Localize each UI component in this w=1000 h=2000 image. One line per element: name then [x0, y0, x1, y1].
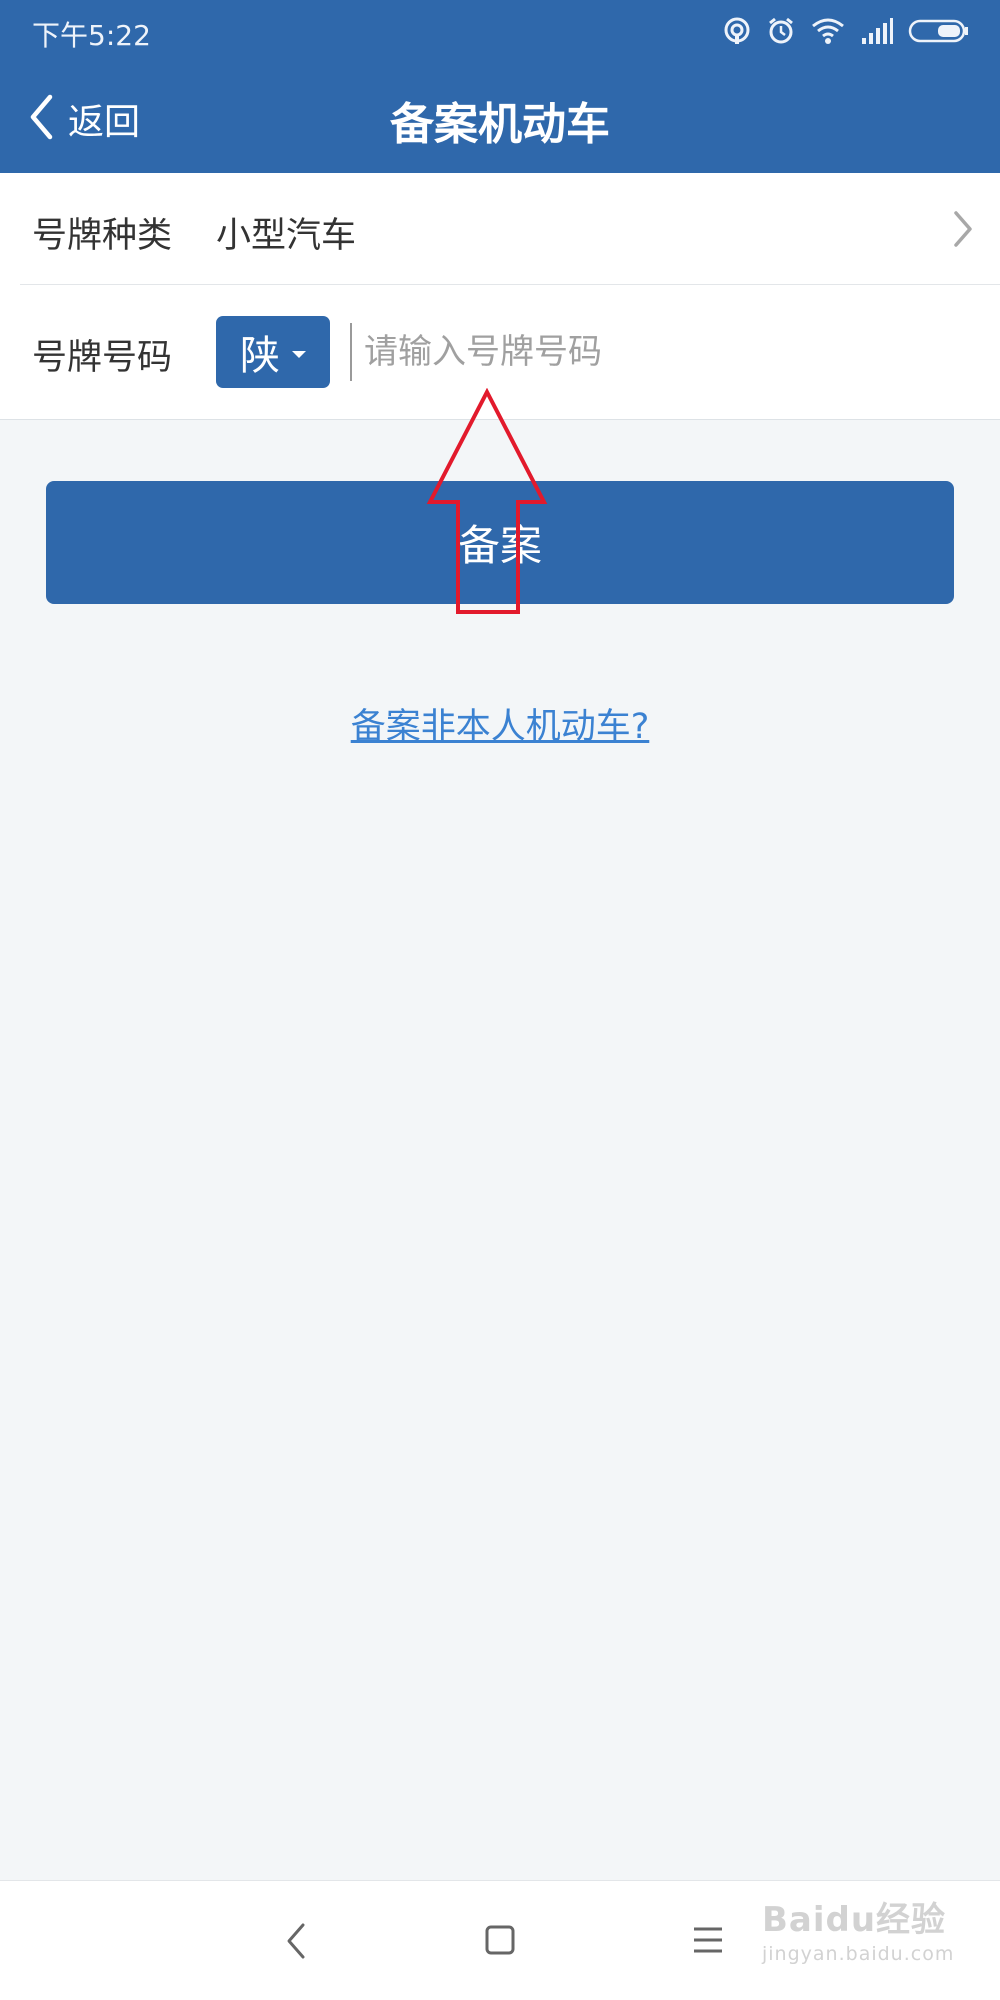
plate-number-input[interactable] — [350, 323, 950, 381]
chevron-right-icon — [952, 209, 974, 253]
alarm-icon — [766, 16, 796, 46]
plate-number-label: 号牌号码 — [32, 338, 173, 378]
page-title: 备案机动车 — [390, 99, 610, 150]
nav-menu-icon[interactable] — [692, 1921, 724, 1965]
caret-down-icon — [292, 350, 306, 358]
watermark-main: Baidu经验 — [762, 1900, 947, 1940]
plate-type-row[interactable]: 号牌种类 小型汽车 — [20, 173, 1000, 285]
signal-icon — [860, 16, 894, 46]
nav-home-icon[interactable] — [484, 1921, 516, 1965]
watermark-sub: jingyan.baidu.com — [762, 1943, 955, 1965]
wifi-icon — [810, 16, 846, 46]
annotation-arrow — [426, 388, 548, 614]
nav-back-icon[interactable] — [284, 1921, 308, 1965]
plate-type-label: 号牌种类 — [32, 216, 173, 256]
register-other-vehicle-link[interactable]: 备案非本人机动车? — [0, 698, 1000, 749]
hotspot-icon — [722, 16, 752, 46]
province-value: 陕 — [240, 333, 280, 379]
watermark: Baidu经验 jingyan.baidu.com — [762, 1892, 954, 1965]
status-icons — [722, 14, 970, 48]
app-header: 下午5:22 返回 备案机动车 — [0, 0, 1000, 173]
plate-type-value: 小型汽车 — [216, 216, 357, 256]
battery-icon — [908, 16, 970, 46]
status-time: 下午5:22 — [32, 19, 151, 52]
province-selector[interactable]: 陕 — [216, 316, 330, 388]
vehicle-form: 号牌种类 小型汽车 号牌号码 陕 — [0, 173, 1000, 420]
